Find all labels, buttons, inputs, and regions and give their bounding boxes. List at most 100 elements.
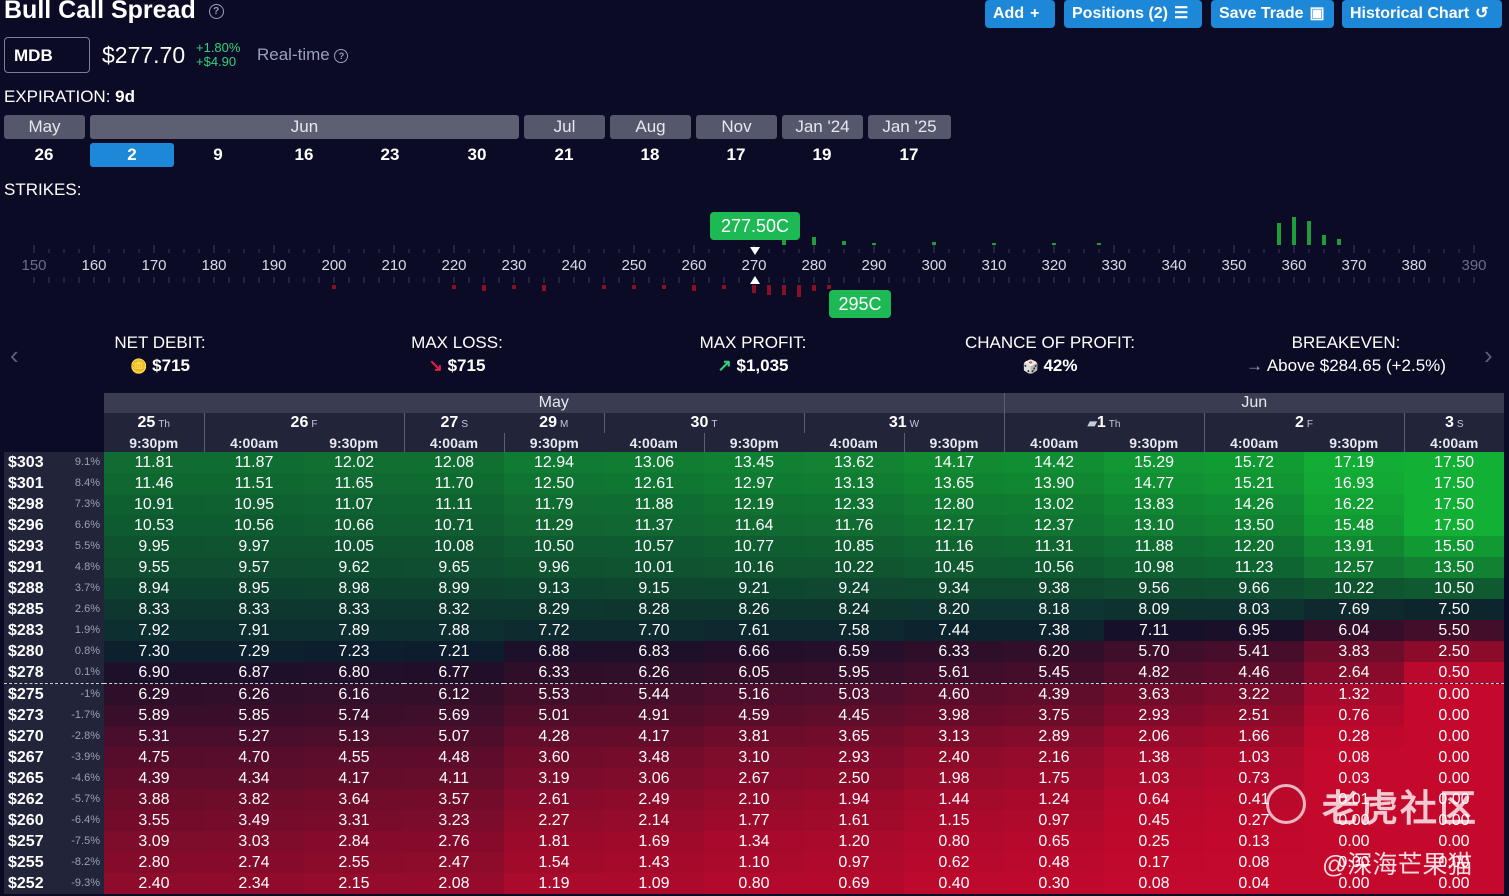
pl-cell[interactable]: 5.16 [704, 683, 804, 705]
pl-cell[interactable]: 9.55 [104, 557, 204, 578]
stats-prev-arrow[interactable]: ‹ [10, 340, 19, 371]
pl-cell[interactable]: 8.33 [104, 599, 204, 620]
pl-cell[interactable]: 11.46 [104, 473, 204, 494]
pl-cell[interactable]: 10.66 [304, 515, 404, 536]
pl-cell[interactable]: 10.22 [804, 557, 904, 578]
pl-cell[interactable]: 4.82 [1104, 662, 1204, 684]
pl-cell[interactable]: 1.94 [804, 789, 904, 810]
pl-cell[interactable]: 5.07 [404, 726, 504, 747]
pl-cell[interactable]: 6.87 [204, 662, 304, 684]
pl-cell[interactable]: 14.42 [1004, 452, 1104, 473]
pl-cell[interactable]: 17.50 [1404, 452, 1504, 473]
pl-cell[interactable]: 1.69 [604, 831, 704, 852]
pl-cell[interactable]: 13.02 [1004, 494, 1104, 515]
pl-cell[interactable]: 3.60 [504, 747, 604, 768]
pl-cell[interactable]: 2.67 [704, 768, 804, 789]
pl-cell[interactable]: 11.88 [1104, 536, 1204, 557]
pl-cell[interactable]: 6.83 [604, 641, 704, 662]
pl-cell[interactable]: 4.46 [1204, 662, 1304, 684]
pl-cell[interactable]: 0.80 [704, 873, 804, 894]
pl-cell[interactable]: 8.99 [404, 578, 504, 599]
pl-cell[interactable]: 1.03 [1104, 768, 1204, 789]
pl-cell[interactable]: 13.45 [704, 452, 804, 473]
pl-cell[interactable]: 0.00 [1404, 683, 1504, 705]
pl-cell[interactable]: 5.89 [104, 705, 204, 726]
pl-cell[interactable]: 8.33 [204, 599, 304, 620]
pl-cell[interactable]: 4.59 [704, 705, 804, 726]
pl-cell[interactable]: 2.40 [904, 747, 1004, 768]
expiry-day-selected[interactable]: 2 [90, 143, 174, 167]
pl-cell[interactable]: 0.00 [1404, 705, 1504, 726]
pl-cell[interactable]: 7.89 [304, 620, 404, 641]
pl-cell[interactable]: 13.83 [1104, 494, 1204, 515]
pl-cell[interactable]: 8.32 [404, 599, 504, 620]
pl-cell[interactable]: 11.37 [604, 515, 704, 536]
pl-cell[interactable]: 2.34 [204, 873, 304, 894]
pl-cell[interactable]: 6.77 [404, 662, 504, 684]
pl-cell[interactable]: 2.89 [1004, 726, 1104, 747]
pl-cell[interactable]: 1.61 [804, 810, 904, 831]
pl-cell[interactable]: 3.98 [904, 705, 1004, 726]
pl-cell[interactable]: 5.44 [604, 683, 704, 705]
pl-cell[interactable]: 2.08 [404, 873, 504, 894]
pl-cell[interactable]: 10.98 [1104, 557, 1204, 578]
pl-cell[interactable]: 13.06 [604, 452, 704, 473]
pl-cell[interactable]: 2.15 [304, 873, 404, 894]
pl-cell[interactable]: 1.24 [1004, 789, 1104, 810]
pl-cell[interactable]: 3.19 [504, 768, 604, 789]
pl-cell[interactable]: 5.69 [404, 705, 504, 726]
pl-cell[interactable]: 12.19 [704, 494, 804, 515]
pl-cell[interactable]: 2.93 [804, 747, 904, 768]
pl-cell[interactable]: 17.50 [1404, 473, 1504, 494]
pl-cell[interactable]: 0.30 [1004, 873, 1104, 894]
pl-cell[interactable]: 10.53 [104, 515, 204, 536]
pl-cell[interactable]: 2.06 [1104, 726, 1204, 747]
pl-cell[interactable]: 4.17 [304, 768, 404, 789]
pl-cell[interactable]: 0.08 [1204, 852, 1304, 873]
pl-cell[interactable]: 12.20 [1204, 536, 1304, 557]
pl-cell[interactable]: 9.96 [504, 557, 604, 578]
pl-cell[interactable]: 3.31 [304, 810, 404, 831]
pl-cell[interactable]: 7.88 [404, 620, 504, 641]
pl-cell[interactable]: 1.98 [904, 768, 1004, 789]
pl-cell[interactable]: 8.29 [504, 599, 604, 620]
pl-cell[interactable]: 6.90 [104, 662, 204, 684]
pl-cell[interactable]: 7.72 [504, 620, 604, 641]
pl-cell[interactable]: 6.33 [504, 662, 604, 684]
pl-cell[interactable]: 3.63 [1104, 683, 1204, 705]
pl-cell[interactable]: 6.26 [604, 662, 704, 684]
pl-cell[interactable]: 15.21 [1204, 473, 1304, 494]
pl-cell[interactable]: 15.50 [1404, 536, 1504, 557]
pl-cell[interactable]: 10.85 [804, 536, 904, 557]
pl-cell[interactable]: 8.98 [304, 578, 404, 599]
pl-cell[interactable]: 7.11 [1104, 620, 1204, 641]
pl-cell[interactable]: 3.06 [604, 768, 704, 789]
pl-cell[interactable]: 12.97 [704, 473, 804, 494]
month-tab-may[interactable]: May [4, 115, 85, 139]
pl-cell[interactable]: 5.61 [904, 662, 1004, 684]
pl-cell[interactable]: 0.62 [904, 852, 1004, 873]
pl-cell[interactable]: 2.93 [1104, 705, 1204, 726]
pl-cell[interactable]: 2.61 [504, 789, 604, 810]
pl-cell[interactable]: 0.00 [1404, 747, 1504, 768]
expiry-day[interactable]: 18 [608, 143, 692, 167]
pl-cell[interactable]: 5.13 [304, 726, 404, 747]
pl-cell[interactable]: 7.58 [804, 620, 904, 641]
pl-cell[interactable]: 2.74 [204, 852, 304, 873]
pl-cell[interactable]: 16.93 [1304, 473, 1404, 494]
pl-cell[interactable]: 11.16 [904, 536, 1004, 557]
pl-cell[interactable]: 1.03 [1204, 747, 1304, 768]
pl-cell[interactable]: 0.25 [1104, 831, 1204, 852]
pl-cell[interactable]: 0.50 [1404, 662, 1504, 684]
pl-cell[interactable]: 8.24 [804, 599, 904, 620]
pl-cell[interactable]: 3.81 [704, 726, 804, 747]
pl-cell[interactable]: 6.05 [704, 662, 804, 684]
pl-cell[interactable]: 7.92 [104, 620, 204, 641]
historical-chart-button[interactable]: Historical Chart ↺ [1342, 0, 1502, 28]
pl-cell[interactable]: 12.17 [904, 515, 1004, 536]
month-tab-nov[interactable]: Nov [696, 115, 777, 139]
pl-cell[interactable]: 9.24 [804, 578, 904, 599]
pl-cell[interactable]: 13.62 [804, 452, 904, 473]
pl-cell[interactable]: 3.23 [404, 810, 504, 831]
pl-cell[interactable]: 15.29 [1104, 452, 1204, 473]
